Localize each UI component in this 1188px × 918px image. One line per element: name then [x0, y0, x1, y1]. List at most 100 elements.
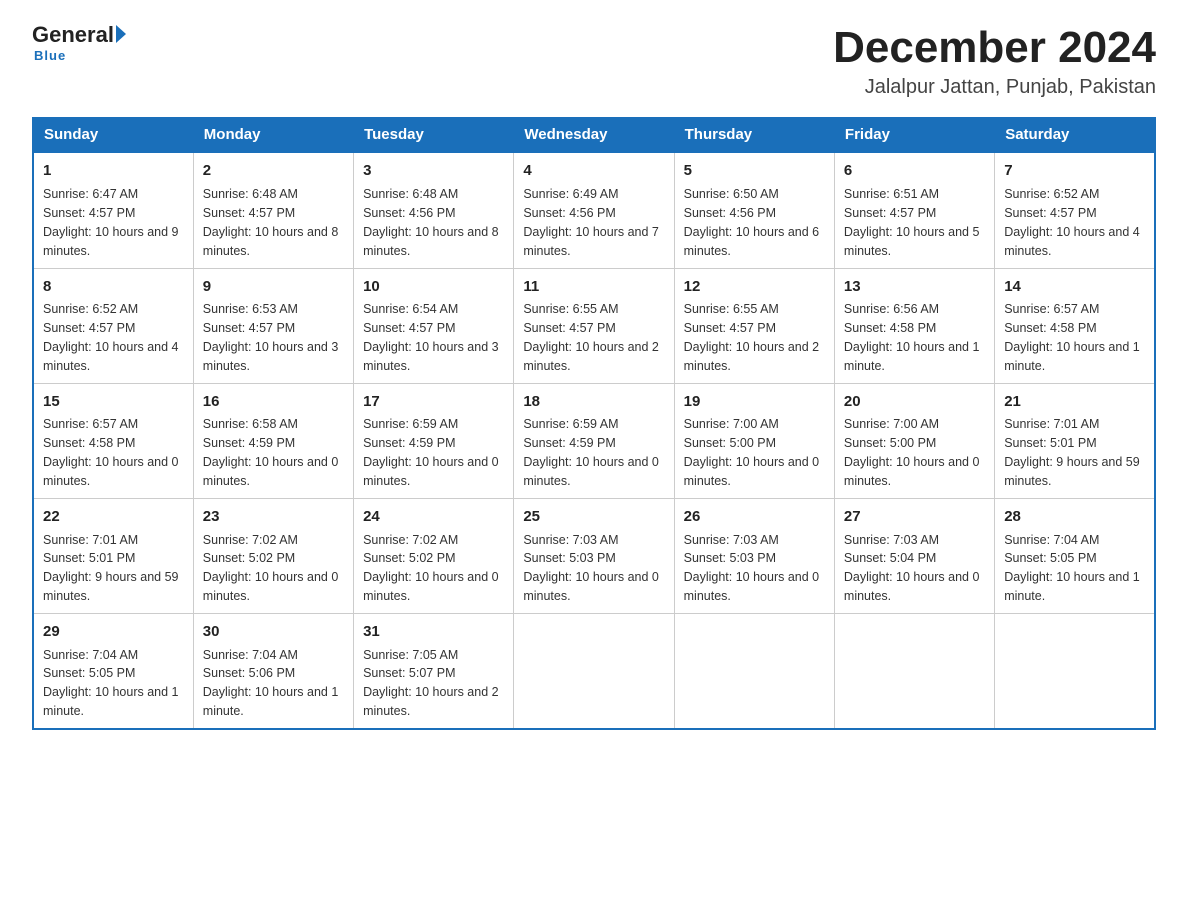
day-info: Sunrise: 7:00 AMSunset: 5:00 PMDaylight:… — [684, 417, 820, 488]
day-info: Sunrise: 6:58 AMSunset: 4:59 PMDaylight:… — [203, 417, 339, 488]
calendar-day-cell — [674, 613, 834, 729]
day-number: 3 — [363, 160, 504, 182]
day-number: 1 — [43, 160, 184, 182]
calendar-day-cell: 10Sunrise: 6:54 AMSunset: 4:57 PMDayligh… — [354, 268, 514, 383]
subtitle: Jalalpur Jattan, Punjab, Pakistan — [833, 76, 1156, 99]
logo-triangle-icon — [116, 25, 126, 43]
calendar-day-cell — [834, 613, 994, 729]
day-info: Sunrise: 6:48 AMSunset: 4:56 PMDaylight:… — [363, 187, 499, 258]
day-number: 20 — [844, 391, 985, 413]
calendar-day-cell: 21 Sunrise: 7:01 AMSunset: 5:01 PMDayligh… — [995, 383, 1155, 498]
logo: General Blue — [32, 24, 126, 63]
day-number: 15 — [43, 391, 184, 413]
day-number: 21 — [1004, 391, 1145, 413]
day-number: 31 — [363, 621, 504, 643]
day-info: Sunrise: 6:52 AMSunset: 4:57 PMDaylight:… — [43, 302, 179, 373]
calendar-day-cell: 15 Sunrise: 6:57 AMSunset: 4:58 PMDayligh… — [33, 383, 193, 498]
calendar-day-cell: 19 Sunrise: 7:00 AMSunset: 5:00 PMDayligh… — [674, 383, 834, 498]
day-info: Sunrise: 7:03 AMSunset: 5:03 PMDaylight:… — [684, 533, 820, 604]
day-number: 30 — [203, 621, 344, 643]
calendar-day-cell: 2 Sunrise: 6:48 AMSunset: 4:57 PMDaylight… — [193, 152, 353, 268]
calendar-day-cell: 6Sunrise: 6:51 AMSunset: 4:57 PMDaylight… — [834, 152, 994, 268]
day-number: 26 — [684, 506, 825, 528]
day-info: Sunrise: 7:05 AMSunset: 5:07 PMDaylight:… — [363, 648, 499, 719]
page-header: General Blue December 2024 Jalalpur Jatt… — [32, 24, 1156, 99]
calendar-day-cell: 12 Sunrise: 6:55 AMSunset: 4:57 PMDayligh… — [674, 268, 834, 383]
day-number: 7 — [1004, 160, 1145, 182]
calendar-day-cell: 30Sunrise: 7:04 AMSunset: 5:06 PMDayligh… — [193, 613, 353, 729]
day-info: Sunrise: 7:02 AMSunset: 5:02 PMDaylight:… — [363, 533, 499, 604]
day-number: 5 — [684, 160, 825, 182]
calendar-day-cell: 16 Sunrise: 6:58 AMSunset: 4:59 PMDayligh… — [193, 383, 353, 498]
calendar-day-cell: 24Sunrise: 7:02 AMSunset: 5:02 PMDayligh… — [354, 498, 514, 613]
calendar-day-cell: 1Sunrise: 6:47 AMSunset: 4:57 PMDaylight… — [33, 152, 193, 268]
title-block: December 2024 Jalalpur Jattan, Punjab, P… — [833, 24, 1156, 99]
calendar-header-tuesday: Tuesday — [354, 118, 514, 153]
day-info: Sunrise: 7:03 AMSunset: 5:03 PMDaylight:… — [523, 533, 659, 604]
calendar-day-cell: 27Sunrise: 7:03 AMSunset: 5:04 PMDayligh… — [834, 498, 994, 613]
day-info: Sunrise: 7:04 AMSunset: 5:05 PMDaylight:… — [1004, 533, 1140, 604]
day-number: 2 — [203, 160, 344, 182]
calendar-table: SundayMondayTuesdayWednesdayThursdayFrid… — [32, 117, 1156, 730]
day-info: Sunrise: 6:59 AMSunset: 4:59 PMDaylight:… — [363, 417, 499, 488]
calendar-day-cell: 9Sunrise: 6:53 AMSunset: 4:57 PMDaylight… — [193, 268, 353, 383]
calendar-day-cell: 17 Sunrise: 6:59 AMSunset: 4:59 PMDayligh… — [354, 383, 514, 498]
calendar-day-cell: 29 Sunrise: 7:04 AMSunset: 5:05 PMDayligh… — [33, 613, 193, 729]
calendar-day-cell: 31 Sunrise: 7:05 AMSunset: 5:07 PMDayligh… — [354, 613, 514, 729]
day-info: Sunrise: 6:59 AMSunset: 4:59 PMDaylight:… — [523, 417, 659, 488]
calendar-header-saturday: Saturday — [995, 118, 1155, 153]
calendar-day-cell: 25 Sunrise: 7:03 AMSunset: 5:03 PMDayligh… — [514, 498, 674, 613]
day-number: 17 — [363, 391, 504, 413]
day-info: Sunrise: 7:03 AMSunset: 5:04 PMDaylight:… — [844, 533, 980, 604]
calendar-day-cell: 14Sunrise: 6:57 AMSunset: 4:58 PMDayligh… — [995, 268, 1155, 383]
calendar-day-cell: 13 Sunrise: 6:56 AMSunset: 4:58 PMDayligh… — [834, 268, 994, 383]
day-info: Sunrise: 7:01 AMSunset: 5:01 PMDaylight:… — [1004, 417, 1140, 488]
calendar-header-monday: Monday — [193, 118, 353, 153]
day-number: 18 — [523, 391, 664, 413]
day-info: Sunrise: 6:57 AMSunset: 4:58 PMDaylight:… — [43, 417, 179, 488]
day-number: 8 — [43, 276, 184, 298]
calendar-header-sunday: Sunday — [33, 118, 193, 153]
calendar-day-cell: 26 Sunrise: 7:03 AMSunset: 5:03 PMDayligh… — [674, 498, 834, 613]
day-number: 25 — [523, 506, 664, 528]
calendar-week-row: 29 Sunrise: 7:04 AMSunset: 5:05 PMDayligh… — [33, 613, 1155, 729]
day-number: 14 — [1004, 276, 1145, 298]
calendar-day-cell — [995, 613, 1155, 729]
calendar-day-cell: 11Sunrise: 6:55 AMSunset: 4:57 PMDayligh… — [514, 268, 674, 383]
day-info: Sunrise: 6:53 AMSunset: 4:57 PMDaylight:… — [203, 302, 339, 373]
day-info: Sunrise: 7:01 AMSunset: 5:01 PMDaylight:… — [43, 533, 179, 604]
day-info: Sunrise: 6:49 AMSunset: 4:56 PMDaylight:… — [523, 187, 659, 258]
day-number: 22 — [43, 506, 184, 528]
calendar-day-cell: 8 Sunrise: 6:52 AMSunset: 4:57 PMDaylight… — [33, 268, 193, 383]
day-info: Sunrise: 7:04 AMSunset: 5:05 PMDaylight:… — [43, 648, 179, 719]
day-info: Sunrise: 6:55 AMSunset: 4:57 PMDaylight:… — [523, 302, 659, 373]
day-number: 19 — [684, 391, 825, 413]
calendar-header-thursday: Thursday — [674, 118, 834, 153]
calendar-header-friday: Friday — [834, 118, 994, 153]
day-number: 4 — [523, 160, 664, 182]
main-title: December 2024 — [833, 24, 1156, 72]
day-number: 13 — [844, 276, 985, 298]
day-info: Sunrise: 6:55 AMSunset: 4:57 PMDaylight:… — [684, 302, 820, 373]
day-number: 29 — [43, 621, 184, 643]
calendar-day-cell: 7Sunrise: 6:52 AMSunset: 4:57 PMDaylight… — [995, 152, 1155, 268]
day-info: Sunrise: 6:48 AMSunset: 4:57 PMDaylight:… — [203, 187, 339, 258]
calendar-day-cell: 5Sunrise: 6:50 AMSunset: 4:56 PMDaylight… — [674, 152, 834, 268]
logo-blue-text: Blue — [32, 48, 66, 63]
day-number: 6 — [844, 160, 985, 182]
calendar-day-cell: 4 Sunrise: 6:49 AMSunset: 4:56 PMDaylight… — [514, 152, 674, 268]
calendar-day-cell: 28Sunrise: 7:04 AMSunset: 5:05 PMDayligh… — [995, 498, 1155, 613]
day-number: 12 — [684, 276, 825, 298]
calendar-day-cell — [514, 613, 674, 729]
day-info: Sunrise: 7:02 AMSunset: 5:02 PMDaylight:… — [203, 533, 339, 604]
calendar-week-row: 8 Sunrise: 6:52 AMSunset: 4:57 PMDaylight… — [33, 268, 1155, 383]
calendar-day-cell: 20 Sunrise: 7:00 AMSunset: 5:00 PMDayligh… — [834, 383, 994, 498]
calendar-header-wednesday: Wednesday — [514, 118, 674, 153]
day-info: Sunrise: 7:00 AMSunset: 5:00 PMDaylight:… — [844, 417, 980, 488]
logo-general-text: General — [32, 24, 114, 46]
day-number: 23 — [203, 506, 344, 528]
calendar-day-cell: 22 Sunrise: 7:01 AMSunset: 5:01 PMDayligh… — [33, 498, 193, 613]
day-number: 16 — [203, 391, 344, 413]
day-info: Sunrise: 6:56 AMSunset: 4:58 PMDaylight:… — [844, 302, 980, 373]
day-number: 10 — [363, 276, 504, 298]
